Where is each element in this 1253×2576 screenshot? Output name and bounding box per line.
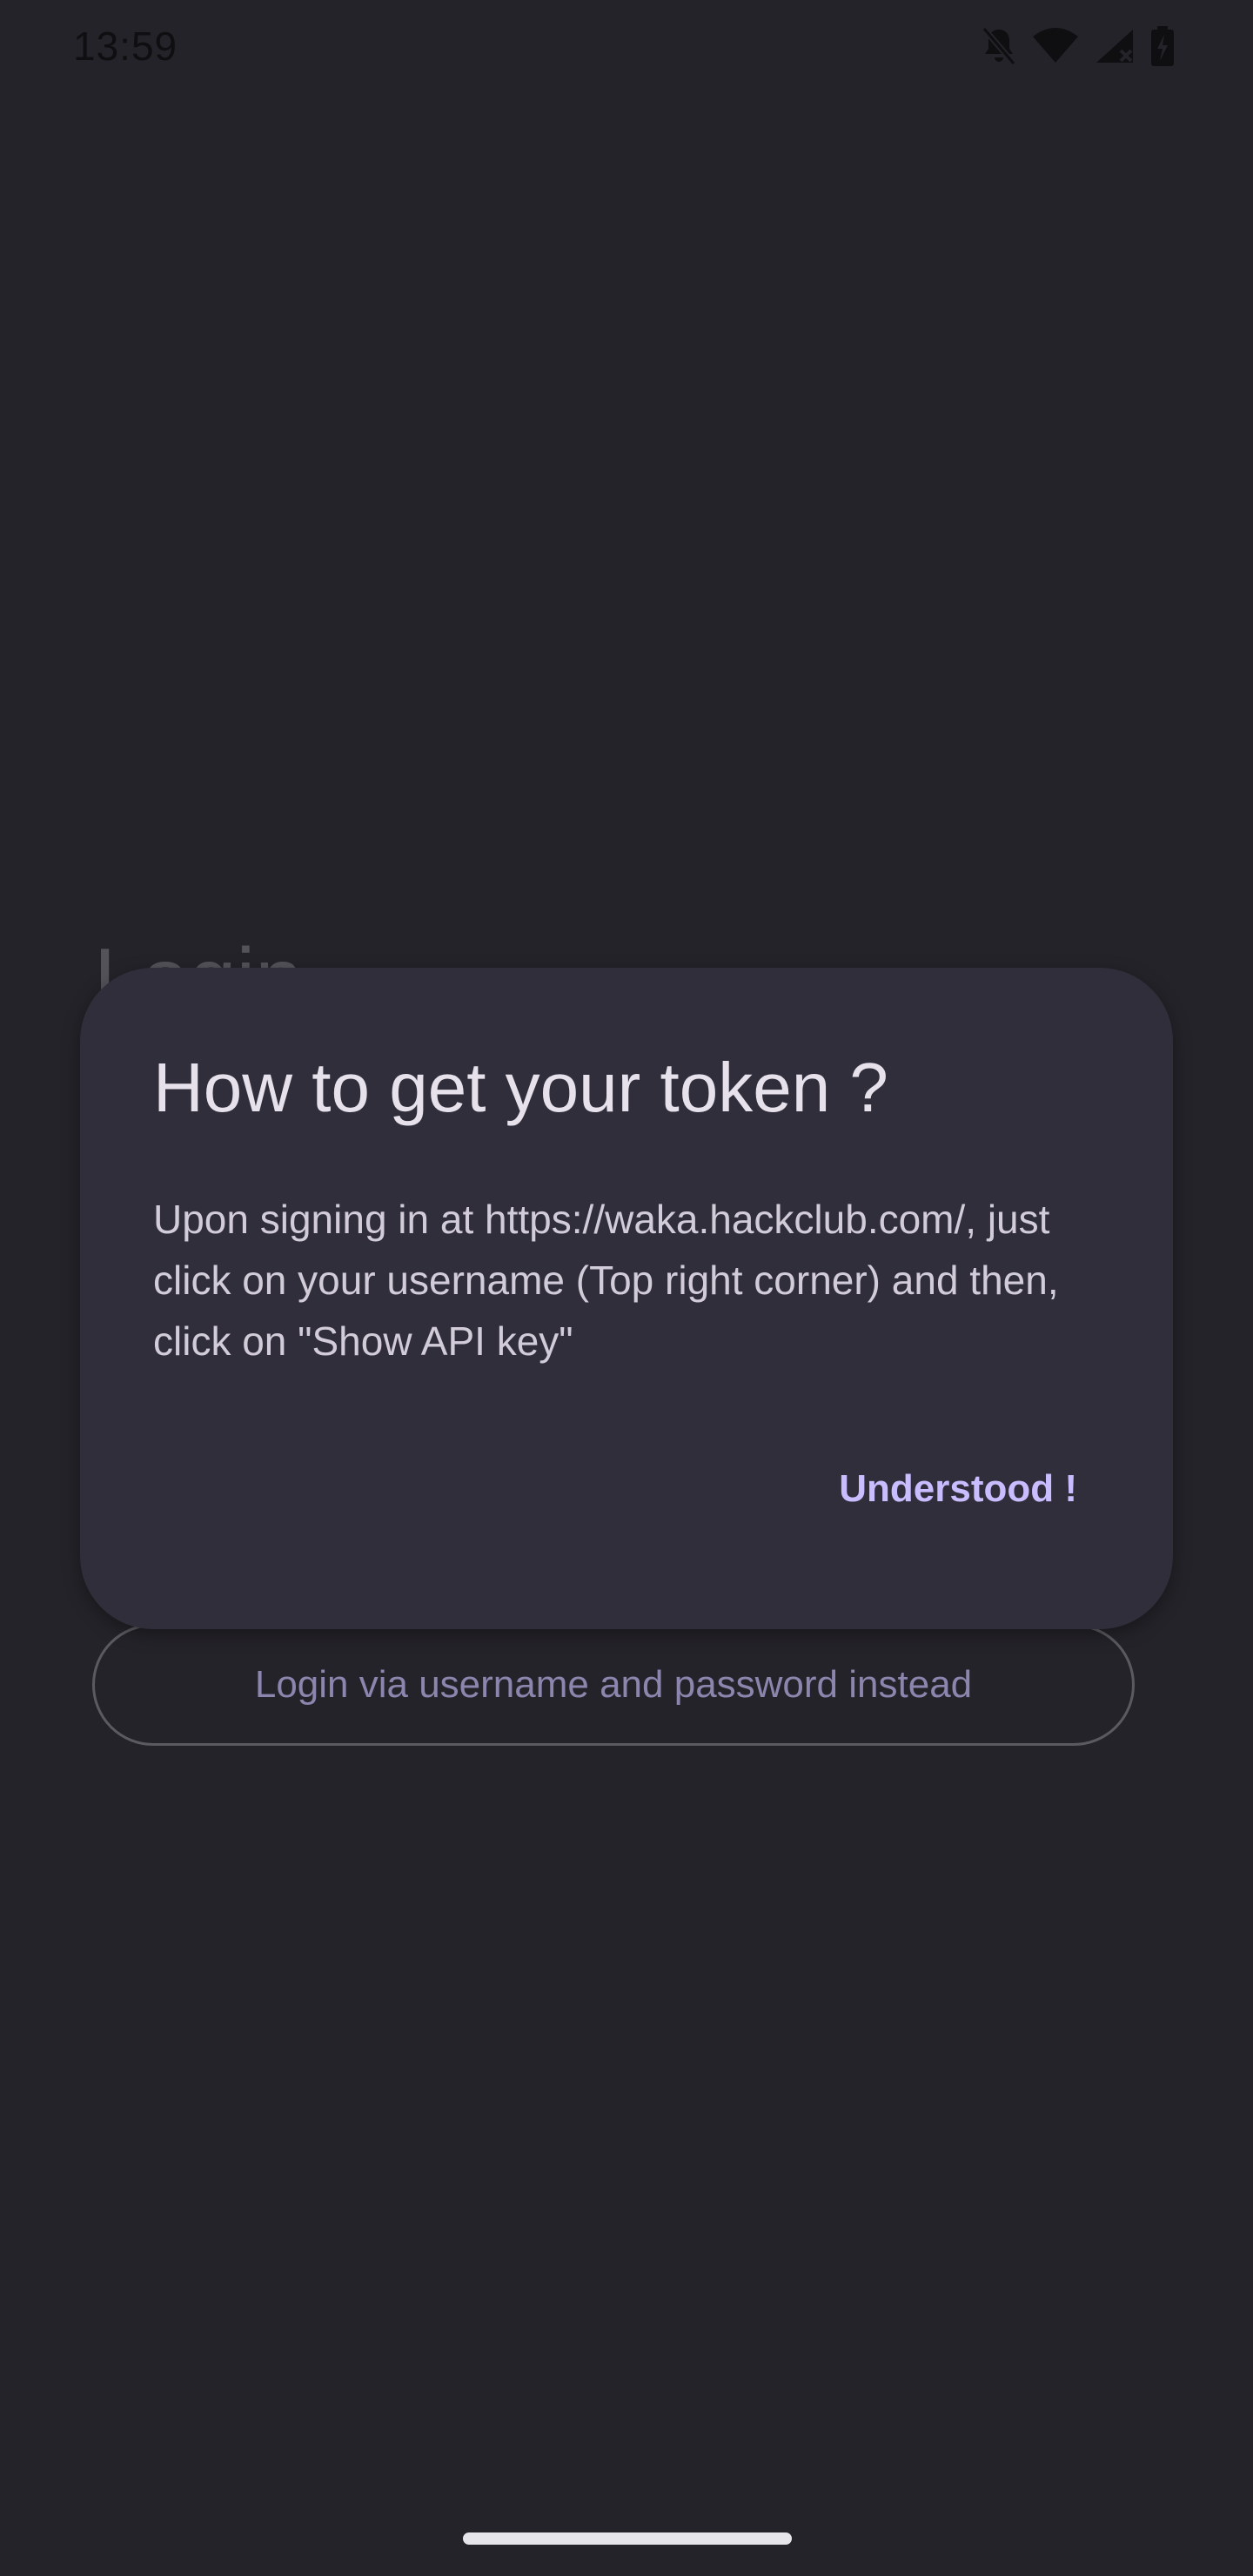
home-indicator[interactable]	[463, 2532, 792, 2545]
status-time: 13:59	[73, 23, 178, 69]
battery-charging-icon	[1150, 26, 1175, 66]
signal-icon	[1095, 28, 1135, 64]
status-bar: 13:59	[0, 0, 1253, 96]
bell-off-icon	[982, 26, 1016, 66]
login-with-password-button[interactable]: Login via username and password instead	[92, 1624, 1135, 1746]
token-help-dialog: How to get your token ? Upon signing in …	[80, 968, 1173, 1629]
dialog-body: Upon signing in at https://waka.hackclub…	[153, 1197, 1059, 1364]
understood-button[interactable]: Understood !	[839, 1467, 1077, 1511]
dialog-title: How to get your token ?	[153, 1049, 888, 1126]
wifi-icon	[1032, 28, 1079, 64]
status-icons	[982, 26, 1175, 66]
